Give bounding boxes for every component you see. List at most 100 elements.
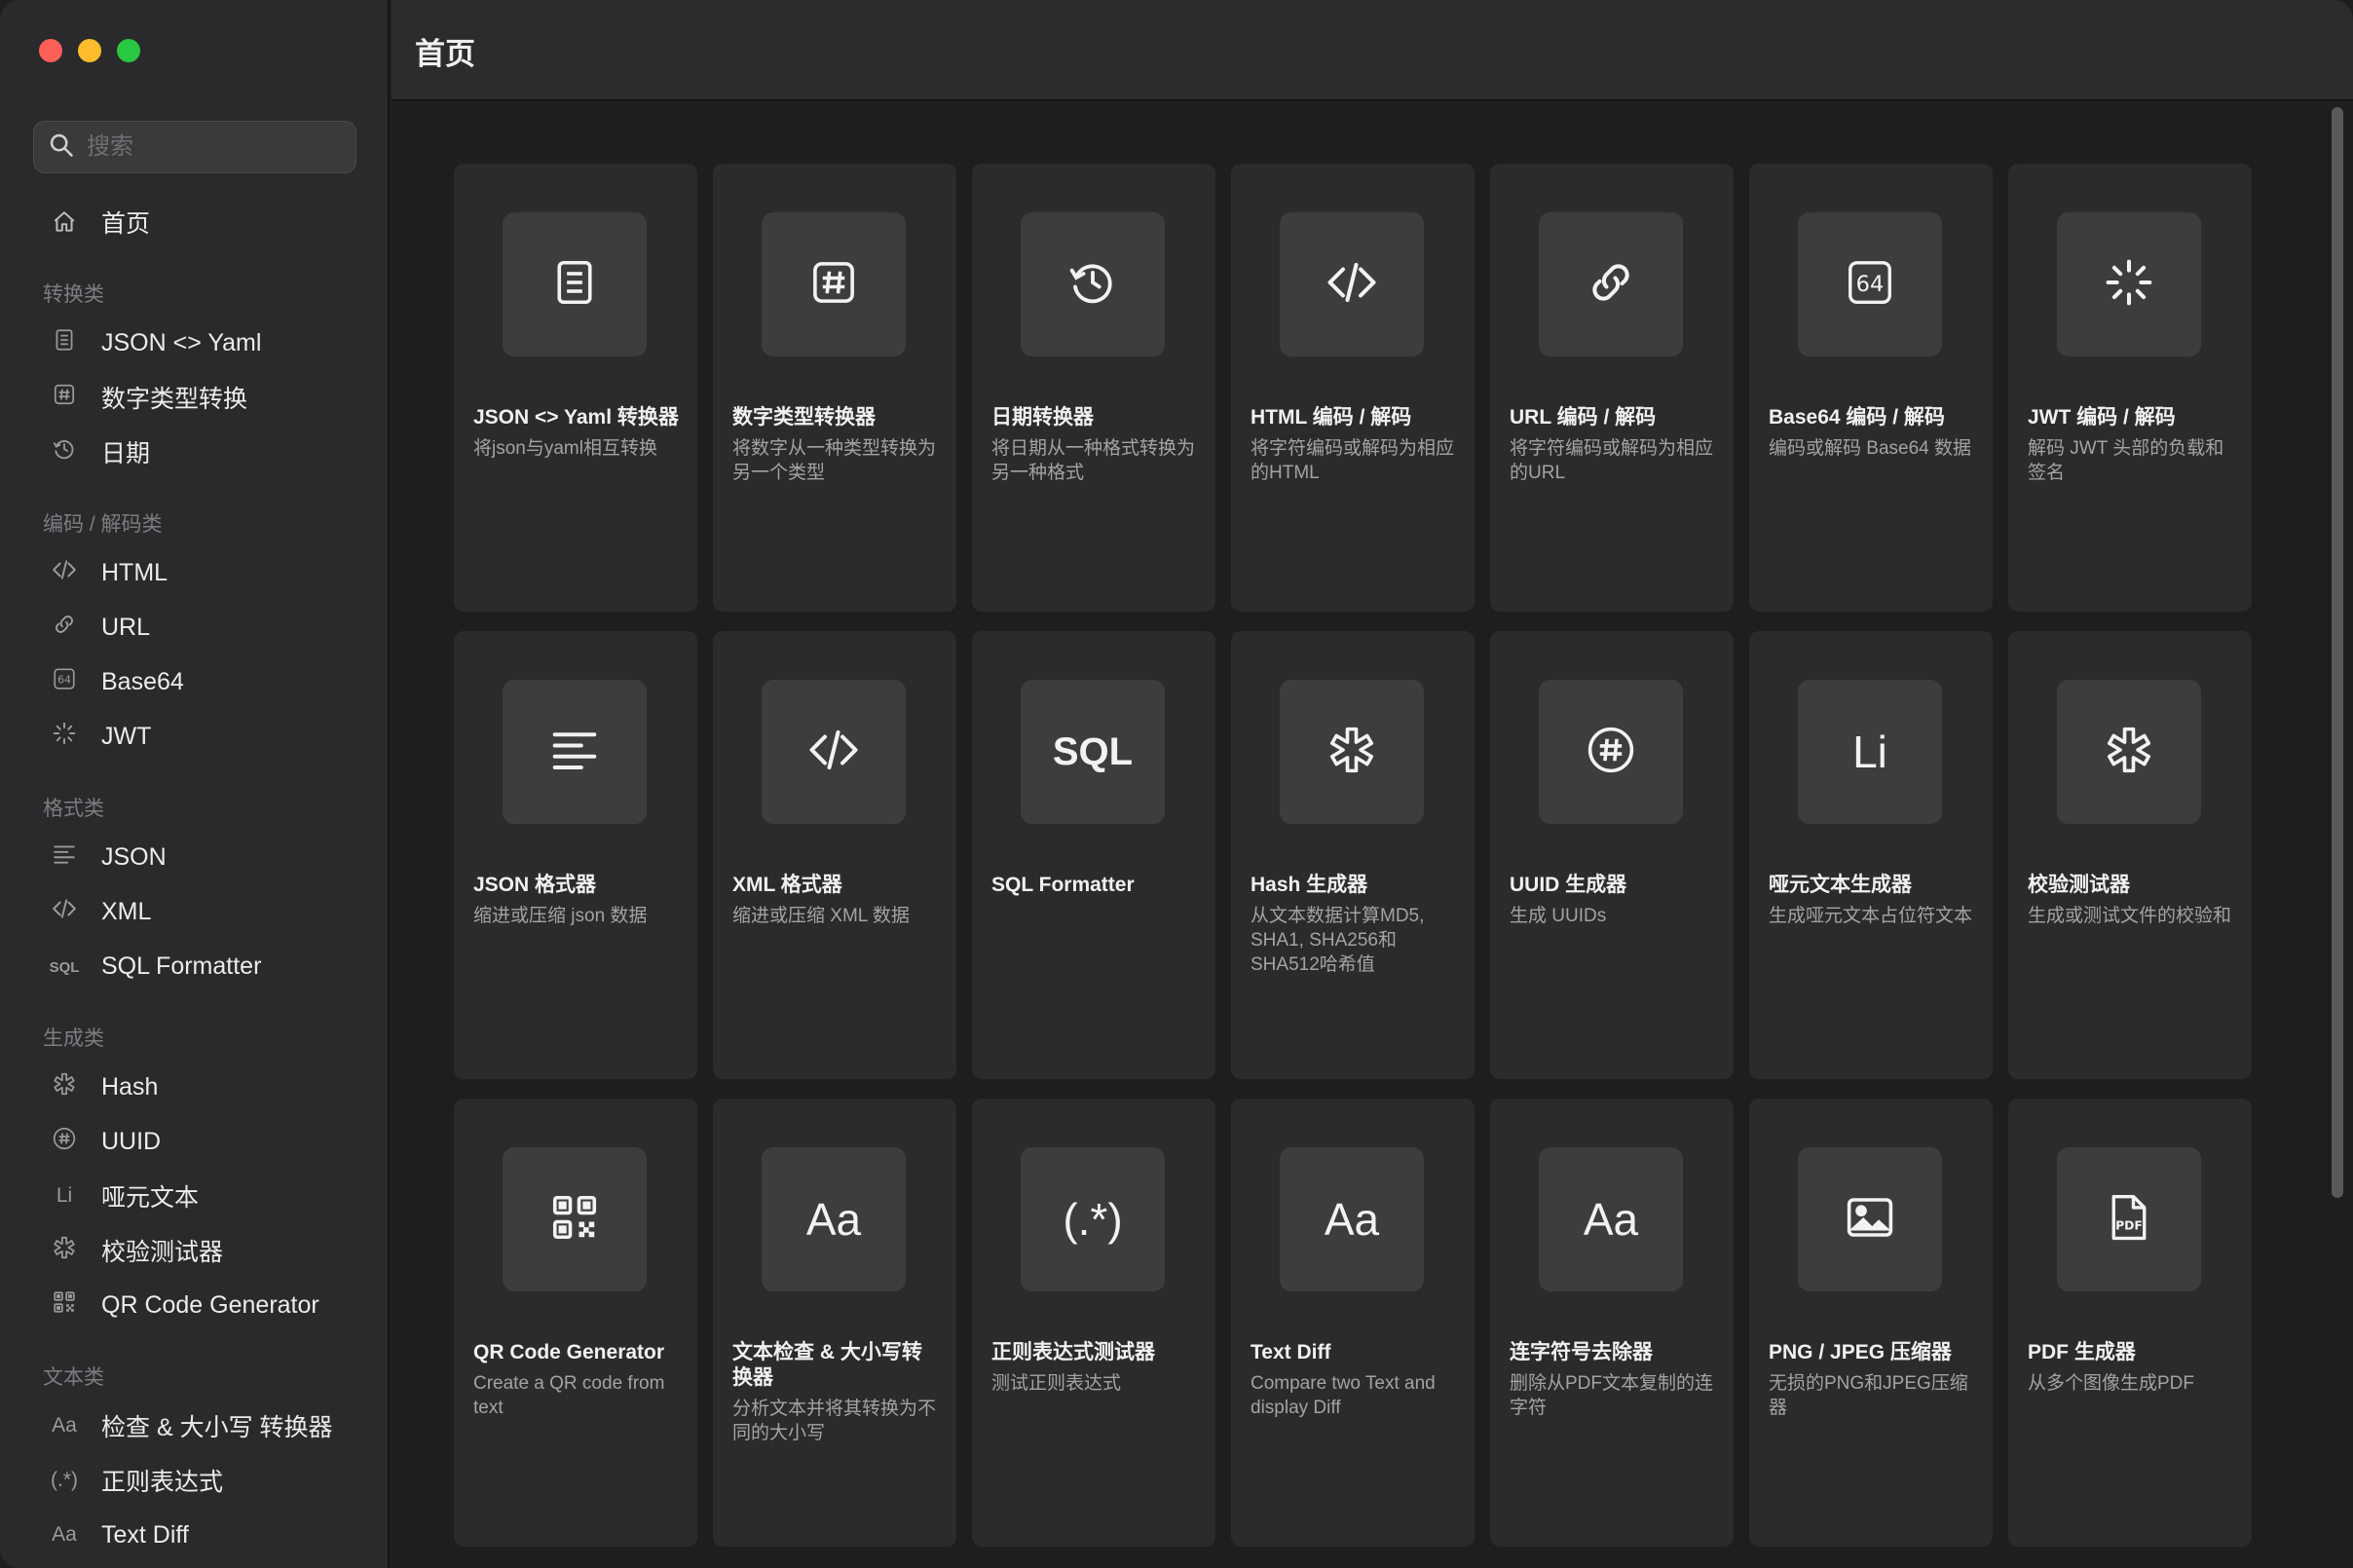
sidebar-item-icon <box>49 896 80 927</box>
tool-card[interactable]: JSON <> Yaml 转换器 将json与yaml相互转换 <box>454 164 697 612</box>
pdf-icon: PDF <box>2103 1191 2155 1249</box>
sidebar-item[interactable]: Aa 检查 & 大小写 转换器 <box>33 1399 364 1453</box>
tool-card[interactable]: 数字类型转换器 将数字从一种类型转换为另一个类型 <box>713 164 956 612</box>
tool-text: XML 格式器 缩进或压缩 XML 数据 <box>732 873 942 928</box>
tool-card[interactable]: SQL SQL Formatter <box>972 631 1215 1079</box>
sidebar-item-label: 数字类型转换 <box>101 386 248 413</box>
sidebar-item[interactable]: HTML <box>33 545 364 600</box>
sql-icon: SQL <box>49 958 80 976</box>
sidebar-item[interactable]: URL <box>33 600 364 654</box>
tool-description: 生成或测试文件的校验和 <box>2028 906 2232 926</box>
sidebar-item-label: 首页 <box>101 210 151 238</box>
sidebar-item-icon <box>49 1289 80 1321</box>
sidebar-item-icon: Li <box>49 1184 80 1208</box>
tool-text: PNG / JPEG 压缩器 无损的PNG和JPEG压缩器 <box>1769 1340 1978 1420</box>
sidebar-item-icon <box>49 841 80 873</box>
qr-icon <box>52 1289 77 1321</box>
tool-card[interactable]: Aa 连字符号去除器 删除从PDF文本复制的连字符 <box>1490 1099 1734 1547</box>
sidebar-item-label: UUID <box>101 1127 162 1155</box>
sidebar-item-icon <box>49 557 80 588</box>
tool-card[interactable]: 校验测试器 生成或测试文件的校验和 <box>2008 631 2252 1079</box>
home-icon <box>49 209 80 235</box>
tool-card[interactable]: UUID 生成器 生成 UUIDs <box>1490 631 1734 1079</box>
sidebar-item-home[interactable]: 首页 <box>33 195 364 249</box>
tool-card[interactable]: Li 哑元文本生成器 生成哑元文本占位符文本 <box>1749 631 1993 1079</box>
regex-icon: (.*) <box>51 1469 78 1491</box>
tool-description: 将字符编码或解码为相应的HTML <box>1251 438 1455 483</box>
aa-icon: Aa <box>805 1194 862 1245</box>
tool-icon-tile <box>1539 212 1683 356</box>
clock-arrow-icon <box>1066 256 1119 314</box>
asterisk-icon <box>2103 724 2155 781</box>
tool-card[interactable]: Aa Text Diff Compare two Text and display … <box>1231 1099 1475 1547</box>
search-box[interactable] <box>33 121 356 173</box>
tool-card[interactable]: QR Code Generator Create a QR code from t… <box>454 1099 697 1547</box>
spinner-icon <box>2103 256 2155 314</box>
sidebar-item[interactable]: SQL SQL Formatter <box>33 939 364 993</box>
tool-description: 编码或解码 Base64 数据 <box>1769 438 1971 459</box>
tool-description: 将数字从一种类型转换为另一个类型 <box>732 438 937 483</box>
tool-title: QR Code Generator <box>473 1341 665 1363</box>
document-icon <box>52 327 77 358</box>
sidebar-item[interactable]: 校验测试器 <box>33 1223 364 1278</box>
tool-title: URL 编码 / 解码 <box>1510 406 1657 429</box>
app-window: 首页 转换类 JSON <> Yaml 数字类型转换日期编码 / 解码类 HTML UR… <box>0 0 2353 1568</box>
tool-icon-tile: PDF <box>2057 1147 2201 1291</box>
tool-card[interactable]: PNG / JPEG 压缩器 无损的PNG和JPEG压缩器 <box>1749 1099 1993 1547</box>
tool-card[interactable]: Hash 生成器 从文本数据计算MD5, SHA1, SHA256和SHA512哈… <box>1231 631 1475 1079</box>
minimize-window-button[interactable] <box>78 39 101 62</box>
tool-title: Base64 编码 / 解码 <box>1769 406 1945 429</box>
tool-description: 生成 UUIDs <box>1510 906 1607 926</box>
tool-card[interactable]: 64 Base64 编码 / 解码编码或解码 Base64 数据 <box>1749 164 1993 612</box>
spinner-icon <box>52 721 77 752</box>
tool-card[interactable]: (.*) 正则表达式测试器 测试正则表达式 <box>972 1099 1215 1547</box>
sidebar-item[interactable]: (.*) 正则表达式 <box>33 1453 364 1508</box>
asterisk-icon <box>52 1235 77 1266</box>
sidebar-item[interactable]: JSON <> Yaml <box>33 316 364 370</box>
tool-text: PDF 生成器 从多个图像生成PDF <box>2028 1340 2237 1396</box>
scrollbar[interactable] <box>2332 107 2343 1198</box>
sidebar-item-icon: Aa <box>49 1523 80 1547</box>
sidebar-item[interactable]: Li 哑元文本 <box>33 1169 364 1223</box>
sidebar-item-icon: (.*) <box>49 1469 80 1492</box>
tool-icon-tile <box>1280 212 1424 356</box>
sidebar-item[interactable]: Aa Text Diff <box>33 1508 364 1562</box>
tool-icon-tile: SQL <box>1021 680 1165 824</box>
svg-text:64: 64 <box>1856 272 1885 297</box>
tool-title: JSON <> Yaml 转换器 <box>473 406 679 429</box>
close-window-button[interactable] <box>39 39 62 62</box>
sidebar-item[interactable]: 数字类型转换 <box>33 370 364 425</box>
tool-icon-tile: 64 <box>1798 212 1942 356</box>
zoom-window-button[interactable] <box>117 39 140 62</box>
tool-card[interactable]: JWT 编码 / 解码 解码 JWT 头部的负载和签名 <box>2008 164 2252 612</box>
tool-text: 哑元文本生成器 生成哑元文本占位符文本 <box>1769 873 1978 928</box>
tool-card[interactable]: Aa 文本检查 & 大小写转换器 分析文本并将其转换为不同的大小写 <box>713 1099 956 1547</box>
tool-card[interactable]: JSON 格式器 缩进或压缩 json 数据 <box>454 631 697 1079</box>
tool-card[interactable]: HTML 编码 / 解码将字符编码或解码为相应的HTML <box>1231 164 1475 612</box>
tool-title: PDF 生成器 <box>2028 1341 2136 1363</box>
tool-icon-tile <box>1280 680 1424 824</box>
tool-card[interactable]: 日期转换器 将日期从一种格式转换为另一种格式 <box>972 164 1215 612</box>
sidebar-item[interactable]: QR Code Generator <box>33 1278 364 1332</box>
sidebar-item[interactable]: UUID <box>33 1114 364 1169</box>
tool-text: JWT 编码 / 解码 解码 JWT 头部的负载和签名 <box>2028 405 2237 485</box>
tool-title: JWT 编码 / 解码 <box>2028 406 2176 429</box>
sidebar-item-label: JSON <box>101 842 167 871</box>
image-icon <box>1844 1191 1896 1249</box>
sidebar-item[interactable]: 日期 <box>33 425 364 479</box>
tool-card[interactable]: URL 编码 / 解码 将字符编码或解码为相应的URL <box>1490 164 1734 612</box>
sidebar-item[interactable]: XML <box>33 884 364 939</box>
tool-card[interactable]: PDF PDF 生成器 从多个图像生成PDF <box>2008 1099 2252 1547</box>
tool-card[interactable]: XML 格式器 缩进或压缩 XML 数据 <box>713 631 956 1079</box>
tool-icon-tile <box>762 212 906 356</box>
tool-title: XML 格式器 <box>732 874 842 896</box>
sidebar-item[interactable]: JSON <box>33 830 364 884</box>
tool-text: 日期转换器 将日期从一种格式转换为另一种格式 <box>991 405 1201 485</box>
sidebar-item[interactable]: JWT <box>33 709 364 764</box>
tool-title: HTML 编码 / 解码 <box>1251 406 1412 429</box>
tool-icon-tile <box>503 212 647 356</box>
sidebar-item[interactable]: 64 Base64 <box>33 654 364 709</box>
sidebar-item[interactable]: Hash <box>33 1060 364 1114</box>
sidebar-item-label: 校验测试器 <box>101 1239 224 1266</box>
search-input[interactable] <box>87 133 330 161</box>
